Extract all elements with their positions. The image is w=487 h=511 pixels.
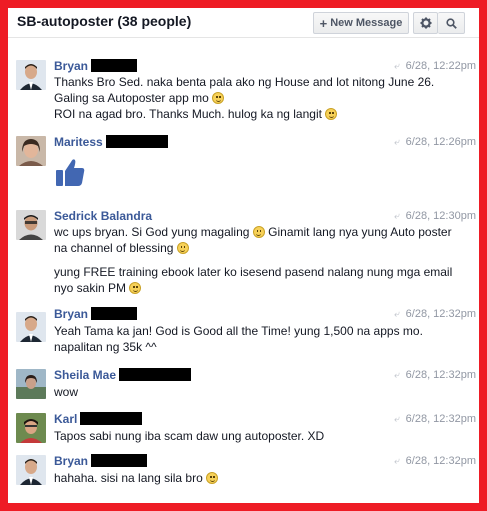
redaction-bar — [91, 454, 148, 467]
timestamp: ⤶ 6/28, 12:30pm — [394, 210, 476, 222]
avatar[interactable] — [16, 413, 46, 443]
message-text: Thanks Bro Sed. naka benta pala ako ng H… — [54, 75, 435, 121]
sender-name[interactable]: Karl — [54, 412, 143, 426]
smile-emoji-icon — [129, 282, 142, 294]
smile-emoji-icon — [325, 108, 338, 120]
reply-icon[interactable]: ⤶ — [394, 456, 400, 467]
avatar[interactable] — [16, 312, 46, 342]
gear-icon — [420, 17, 431, 29]
sender-name[interactable]: Maritess — [54, 135, 168, 149]
smile-emoji-icon — [252, 226, 265, 238]
reply-icon[interactable]: ⤶ — [394, 137, 400, 148]
conversation-header: SB-autoposter (38 people) + New Message — [8, 8, 479, 38]
redaction-bar — [91, 307, 138, 320]
sender-name[interactable]: Bryan — [54, 454, 148, 468]
reply-icon[interactable]: ⤶ — [394, 370, 400, 381]
smile-emoji-icon — [206, 472, 219, 484]
message-text: Tapos sabi nung iba scam daw ung autopos… — [54, 429, 325, 443]
settings-button[interactable] — [413, 12, 438, 34]
redaction-bar — [105, 135, 168, 148]
message-text: wow — [54, 385, 79, 399]
reply-icon[interactable]: ⤶ — [394, 414, 400, 425]
message-text: Yeah Tama ka jan! God is Good all the Ti… — [54, 324, 423, 354]
redaction-bar — [80, 412, 143, 425]
reply-icon[interactable]: ⤶ — [394, 211, 400, 222]
reply-icon[interactable]: ⤶ — [394, 61, 400, 72]
avatar[interactable] — [16, 136, 46, 166]
avatar[interactable] — [16, 60, 46, 90]
new-message-label: New Message — [330, 17, 403, 29]
avatar[interactable] — [16, 455, 46, 485]
timestamp: ⤶ 6/28, 12:32pm — [394, 455, 476, 467]
avatar[interactable] — [16, 210, 46, 240]
thumbs-up-icon — [56, 159, 85, 186]
timestamp: ⤶ 6/28, 12:32pm — [394, 413, 476, 425]
conversation-title: SB-autoposter (38 people) — [17, 13, 192, 29]
reply-icon[interactable]: ⤶ — [394, 309, 400, 320]
timestamp: ⤶ 6/28, 12:26pm — [394, 136, 476, 148]
timestamp: ⤶ 6/28, 12:32pm — [394, 369, 476, 381]
timestamp: ⤶ 6/28, 12:22pm — [394, 60, 476, 72]
sender-name[interactable]: Sheila Mae — [54, 368, 192, 382]
redaction-bar — [91, 59, 138, 72]
smile-emoji-icon — [176, 242, 189, 254]
search-button[interactable] — [438, 12, 465, 34]
smile-emoji-icon — [212, 92, 225, 104]
sender-name[interactable]: Bryan — [54, 307, 138, 321]
plus-icon: + — [319, 15, 328, 31]
sender-name[interactable]: Bryan — [54, 59, 138, 73]
sender-name[interactable]: Sedrick Balandra — [54, 209, 152, 223]
timestamp: ⤶ 6/28, 12:32pm — [394, 308, 476, 320]
message-text: wc ups bryan. Si God yung magaling Ginam… — [54, 225, 453, 295]
new-message-button[interactable]: + New Message — [313, 12, 409, 34]
message-text: hahaha. sisi na lang sila bro — [54, 470, 454, 486]
search-icon — [445, 17, 457, 29]
avatar[interactable] — [16, 369, 46, 399]
redaction-bar — [119, 368, 192, 381]
